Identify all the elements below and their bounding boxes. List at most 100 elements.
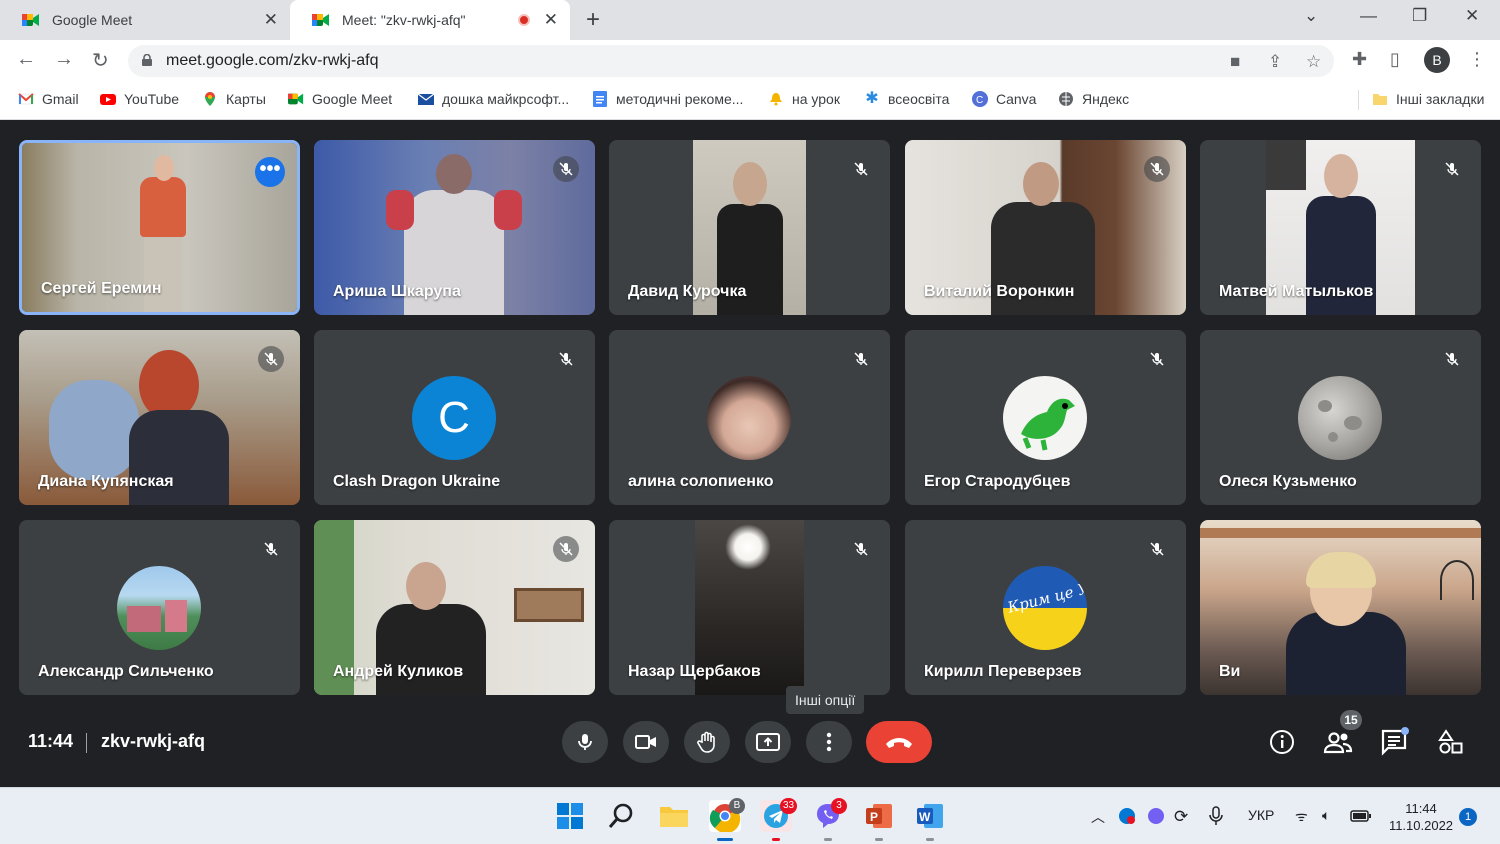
viber-unread-badge: 3 <box>831 798 847 814</box>
participant-name: Матвей Матыльков <box>1219 283 1374 300</box>
share-icon[interactable]: ⇪ <box>1268 52 1282 72</box>
file-explorer-icon[interactable] <box>658 800 690 832</box>
participant-tile[interactable]: Давид Курочка <box>609 140 890 315</box>
running-indicator <box>772 838 780 841</box>
self-view-tile[interactable]: Ви <box>1200 520 1481 695</box>
skype-tray-icon[interactable] <box>1118 807 1136 825</box>
word-icon[interactable]: W <box>914 800 946 832</box>
profile-avatar[interactable]: B <box>1424 47 1450 73</box>
camera-button[interactable] <box>623 721 669 763</box>
bookmark-star-icon[interactable]: ☆ <box>1306 52 1321 72</box>
bookmark-label: Карты <box>226 91 266 107</box>
search-icon[interactable] <box>606 800 638 832</box>
raise-hand-button[interactable] <box>684 721 730 763</box>
bookmark-youtube[interactable]: YouTube <box>100 91 179 107</box>
bookmark-label: Gmail <box>42 91 79 107</box>
bookmark-label: Google Meet <box>312 91 393 107</box>
side-panel-icon[interactable]: ▯ <box>1390 49 1400 70</box>
chat-icon[interactable] <box>1380 727 1410 757</box>
viber-tray-icon[interactable] <box>1147 807 1165 825</box>
participant-tile[interactable]: Александр Сильченко <box>19 520 300 695</box>
more-options-button[interactable] <box>806 721 852 763</box>
volume-icon[interactable]: 🔈︎ <box>1322 807 1330 824</box>
participant-tile[interactable]: C Clash Dragon Ukraine <box>314 330 595 505</box>
forward-icon[interactable]: → <box>54 48 74 71</box>
bookmark-canva[interactable]: C Canva <box>972 91 1036 107</box>
participant-tile[interactable]: Егор Стародубцев <box>905 330 1186 505</box>
mic-off-icon <box>848 156 874 182</box>
bookmark-yandex[interactable]: Яндекс <box>1058 91 1129 107</box>
bookmark-maps[interactable]: Карты <box>202 91 266 107</box>
reload-icon[interactable]: ↻ <box>92 48 109 73</box>
camera-in-use-icon[interactable]: ■ <box>1230 52 1240 72</box>
windows-taskbar: B 33 3 P W ︿ ⟳ УКР ᯤ 🔈︎ 11:44 11.10.2022… <box>0 787 1500 844</box>
menu-kebab-icon[interactable]: ⋮ <box>1468 49 1486 70</box>
battery-icon[interactable] <box>1350 809 1372 823</box>
back-icon[interactable]: ← <box>16 48 36 71</box>
wifi-icon[interactable]: ᯤ <box>1295 807 1308 826</box>
bookmark-label: Інші закладки <box>1396 91 1485 107</box>
participant-tile[interactable]: Олеся Кузьменко <box>1200 330 1481 505</box>
participant-tile[interactable]: алина солопиенко <box>609 330 890 505</box>
participant-options-button[interactable]: ••• <box>255 157 285 187</box>
microphone-button[interactable] <box>562 721 608 763</box>
bookmark-na-urok[interactable]: на урок <box>768 91 840 107</box>
end-call-button[interactable] <box>866 721 932 763</box>
new-tab-icon[interactable]: + <box>586 6 600 34</box>
activities-icon[interactable] <box>1436 727 1466 757</box>
close-tab-icon[interactable]: ✕ <box>544 10 558 30</box>
windows-start-icon[interactable] <box>554 800 586 832</box>
minimize-icon[interactable]: — <box>1360 6 1377 26</box>
bookmark-method-docs[interactable]: методичні рекоме... <box>592 91 743 107</box>
mic-off-icon <box>1439 156 1465 182</box>
participant-name: Егор Стародубцев <box>924 473 1071 490</box>
language-indicator[interactable]: УКР <box>1248 807 1274 823</box>
participant-tile[interactable]: Ариша Шкарупа <box>314 140 595 315</box>
close-window-icon[interactable]: ✕ <box>1465 6 1479 26</box>
chevron-down-icon[interactable]: ⌄ <box>1304 6 1318 26</box>
other-bookmarks-folder[interactable]: Інші закладки <box>1372 91 1484 107</box>
system-clock[interactable]: 11:44 11.10.2022 <box>1388 800 1454 834</box>
bell-icon <box>770 93 782 106</box>
powerpoint-icon[interactable]: P <box>863 800 895 832</box>
extensions-icon[interactable]: ✚ <box>1352 49 1367 70</box>
divider <box>86 733 87 753</box>
show-hidden-icons-icon[interactable]: ︿ <box>1091 807 1105 827</box>
participant-tile[interactable]: Крим це Україна Кирилл Переверзев <box>905 520 1186 695</box>
bookmark-whiteboard[interactable]: дошка майкрсофт... <box>418 91 569 107</box>
participant-tile[interactable]: Андрей Куликов <box>314 520 595 695</box>
bookmark-vseosvita[interactable]: ✱ всеосвіта <box>864 91 949 108</box>
participant-tile[interactable]: Матвей Матыльков <box>1200 140 1481 315</box>
gmail-icon <box>18 93 34 105</box>
bookmark-gmail[interactable]: Gmail <box>18 91 79 107</box>
meeting-details-info-icon[interactable] <box>1267 727 1297 757</box>
meet-icon <box>288 93 304 105</box>
bookmark-label: Canva <box>996 91 1037 107</box>
participant-name: Александр Сильченко <box>38 663 214 680</box>
participant-tile[interactable]: Назар Щербаков <box>609 520 890 695</box>
clock-date: 11.10.2022 <box>1388 818 1454 833</box>
participant-count-badge: 15 <box>1340 710 1362 730</box>
address-bar[interactable]: ■ ⇪ ☆ <box>128 45 1334 77</box>
microphone-tray-icon[interactable] <box>1209 806 1223 826</box>
sync-icon[interactable]: ⟳ <box>1174 807 1188 827</box>
restore-icon[interactable]: ❐ <box>1412 6 1427 26</box>
tab-google-meet[interactable]: Google Meet ✕ <box>0 0 290 40</box>
browser-toolbar: ← → ↻ ■ ⇪ ☆ ✚ ▯ B ⋮ <box>0 40 1500 82</box>
maps-icon <box>205 92 215 106</box>
notification-count-badge[interactable]: 1 <box>1459 808 1477 826</box>
tab-meet-call[interactable]: Meet: "zkv-rwkj-afq" ✕ <box>290 0 570 40</box>
tab-title: Meet: "zkv-rwkj-afq" <box>342 12 466 28</box>
people-icon[interactable] <box>1323 727 1353 757</box>
url-input[interactable] <box>166 52 766 70</box>
participant-tile[interactable]: Виталий Воронкин <box>905 140 1186 315</box>
running-indicator <box>875 838 883 841</box>
close-tab-icon[interactable]: ✕ <box>264 10 278 30</box>
avatar <box>117 566 201 650</box>
participant-tile[interactable]: Диана Купянская <box>19 330 300 505</box>
bookmark-google-meet[interactable]: Google Meet <box>288 91 392 107</box>
participant-tile[interactable]: ••• Сергей Еремин <box>19 140 300 315</box>
participant-name: Ви <box>1219 663 1241 680</box>
present-screen-button[interactable] <box>745 721 791 763</box>
svg-text:W: W <box>919 810 931 824</box>
